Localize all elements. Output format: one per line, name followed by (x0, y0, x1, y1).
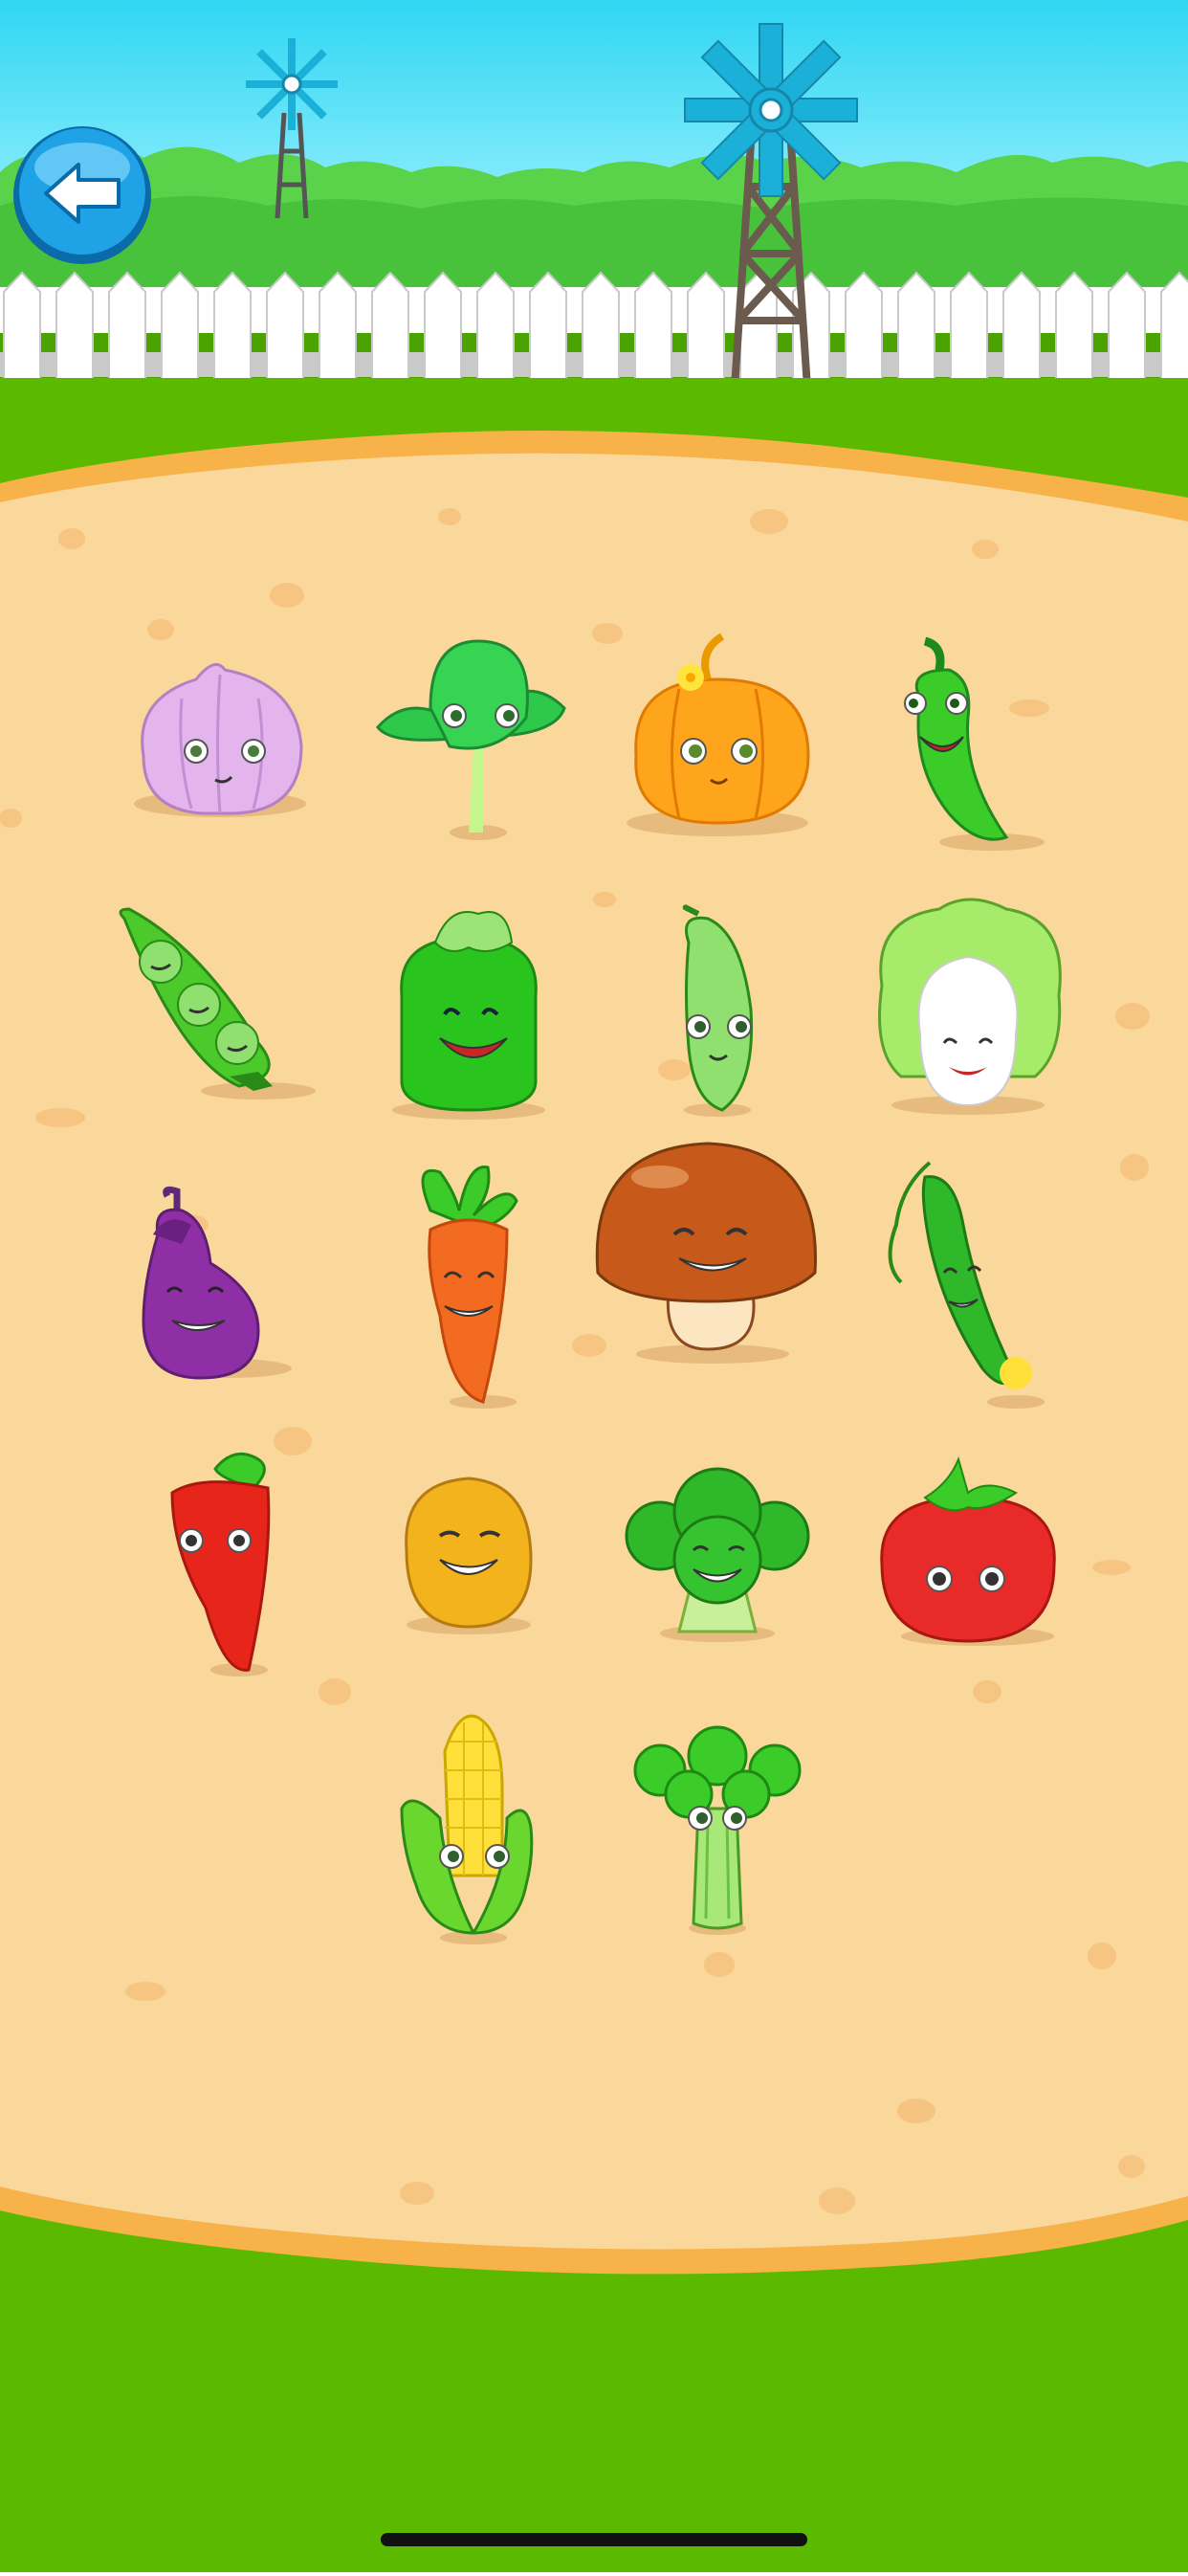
vegetable-eggplant[interactable] (124, 1186, 316, 1407)
fence-picket (3, 271, 41, 382)
fence-picket (1160, 271, 1188, 382)
fence-picket (529, 271, 567, 382)
vegetable-mushroom[interactable] (593, 1139, 823, 1364)
fence-picket (950, 271, 988, 382)
fence-picket (161, 271, 199, 382)
pumpkin-icon (627, 633, 810, 836)
celery-icon (633, 1725, 802, 1935)
vegetable-potato[interactable] (373, 1455, 564, 1675)
vegetable-tomato[interactable] (872, 1455, 1064, 1679)
fence-picket (687, 271, 725, 382)
fence-picket (845, 271, 883, 382)
green-squash-icon (392, 911, 545, 1120)
peas-icon (119, 907, 316, 1099)
fence-picket (1002, 271, 1041, 382)
fence-picket (108, 271, 146, 382)
carrot-icon (421, 1166, 518, 1409)
fence-picket (319, 271, 357, 382)
home-indicator[interactable] (381, 2533, 807, 2546)
vegetable-peas[interactable] (119, 907, 316, 1129)
mushroom-icon (595, 1142, 817, 1364)
vegetable-carrot[interactable] (373, 1163, 564, 1409)
corn-icon (400, 1714, 534, 1944)
cabbage-icon (878, 898, 1062, 1115)
broccoli-icon (625, 1467, 810, 1642)
vegetable-bitter-melon[interactable] (622, 904, 813, 1124)
bitter-melon-icon (682, 904, 754, 1117)
vegetable-celery[interactable] (622, 1722, 813, 1943)
fence-picket (582, 271, 620, 382)
fence-picket (213, 271, 252, 382)
vegetable-cucumber[interactable] (872, 1158, 1064, 1409)
bok-choy-icon (376, 639, 566, 840)
fence-picket (634, 271, 672, 382)
potato-icon (405, 1477, 533, 1634)
tomato-icon (880, 1455, 1056, 1646)
fence-picket (897, 271, 935, 382)
eggplant-icon (142, 1186, 292, 1380)
fence (0, 271, 1188, 390)
vegetable-chili[interactable] (143, 1445, 335, 1677)
fence-picket (1108, 271, 1146, 382)
fence-picket (424, 271, 462, 382)
back-button[interactable] (11, 124, 153, 266)
vegetable-corn[interactable] (383, 1713, 574, 1944)
cucumber-icon (888, 1161, 1045, 1409)
vegetable-broccoli[interactable] (622, 1459, 813, 1679)
vegetable-green-pepper[interactable] (872, 632, 1064, 852)
arrow-left-icon (13, 126, 151, 264)
fence-picket (55, 271, 94, 382)
vegetable-green-squash[interactable] (373, 909, 564, 1129)
fence-picket (371, 271, 409, 382)
vegetable-pumpkin[interactable] (622, 632, 813, 852)
green-pepper-icon (904, 636, 1045, 851)
vegetable-bok-choy[interactable] (373, 632, 566, 852)
vegetable-cabbage[interactable] (872, 898, 1064, 1120)
vegetable-garlic[interactable] (124, 632, 316, 852)
fence-picket (266, 271, 304, 382)
garlic-icon (134, 662, 306, 817)
fence-picket (476, 271, 515, 382)
chili-icon (170, 1452, 271, 1677)
fence-picket (1055, 271, 1093, 382)
